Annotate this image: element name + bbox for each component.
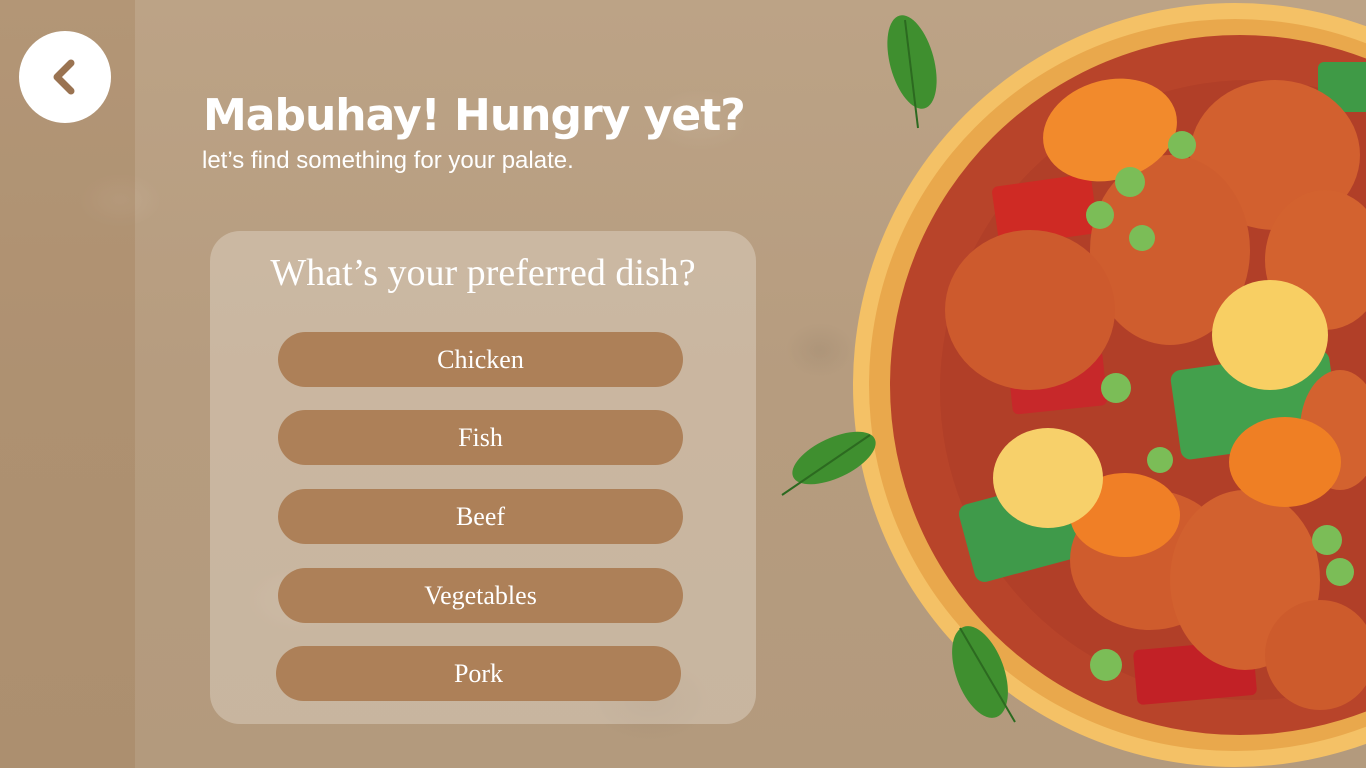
option-fish-button[interactable]: Fish — [278, 410, 683, 465]
page-subtitle: let’s find something for your palate. — [202, 147, 574, 174]
back-button[interactable] — [19, 31, 111, 123]
option-beef-button[interactable]: Beef — [278, 489, 683, 544]
question-heading: What’s your preferred dish? — [270, 252, 696, 294]
page-title: Mabuhay! Hungry yet? — [203, 90, 746, 141]
dish-illustration — [781, 3, 1366, 767]
option-chicken-button[interactable]: Chicken — [278, 332, 683, 387]
option-vegetables-button[interactable]: Vegetables — [278, 568, 683, 623]
leaf-icon — [887, 15, 937, 129]
chevron-left-icon — [53, 59, 75, 95]
question-panel: What’s your preferred dish? Chicken Fish… — [210, 231, 756, 724]
option-pork-button[interactable]: Pork — [276, 646, 681, 701]
